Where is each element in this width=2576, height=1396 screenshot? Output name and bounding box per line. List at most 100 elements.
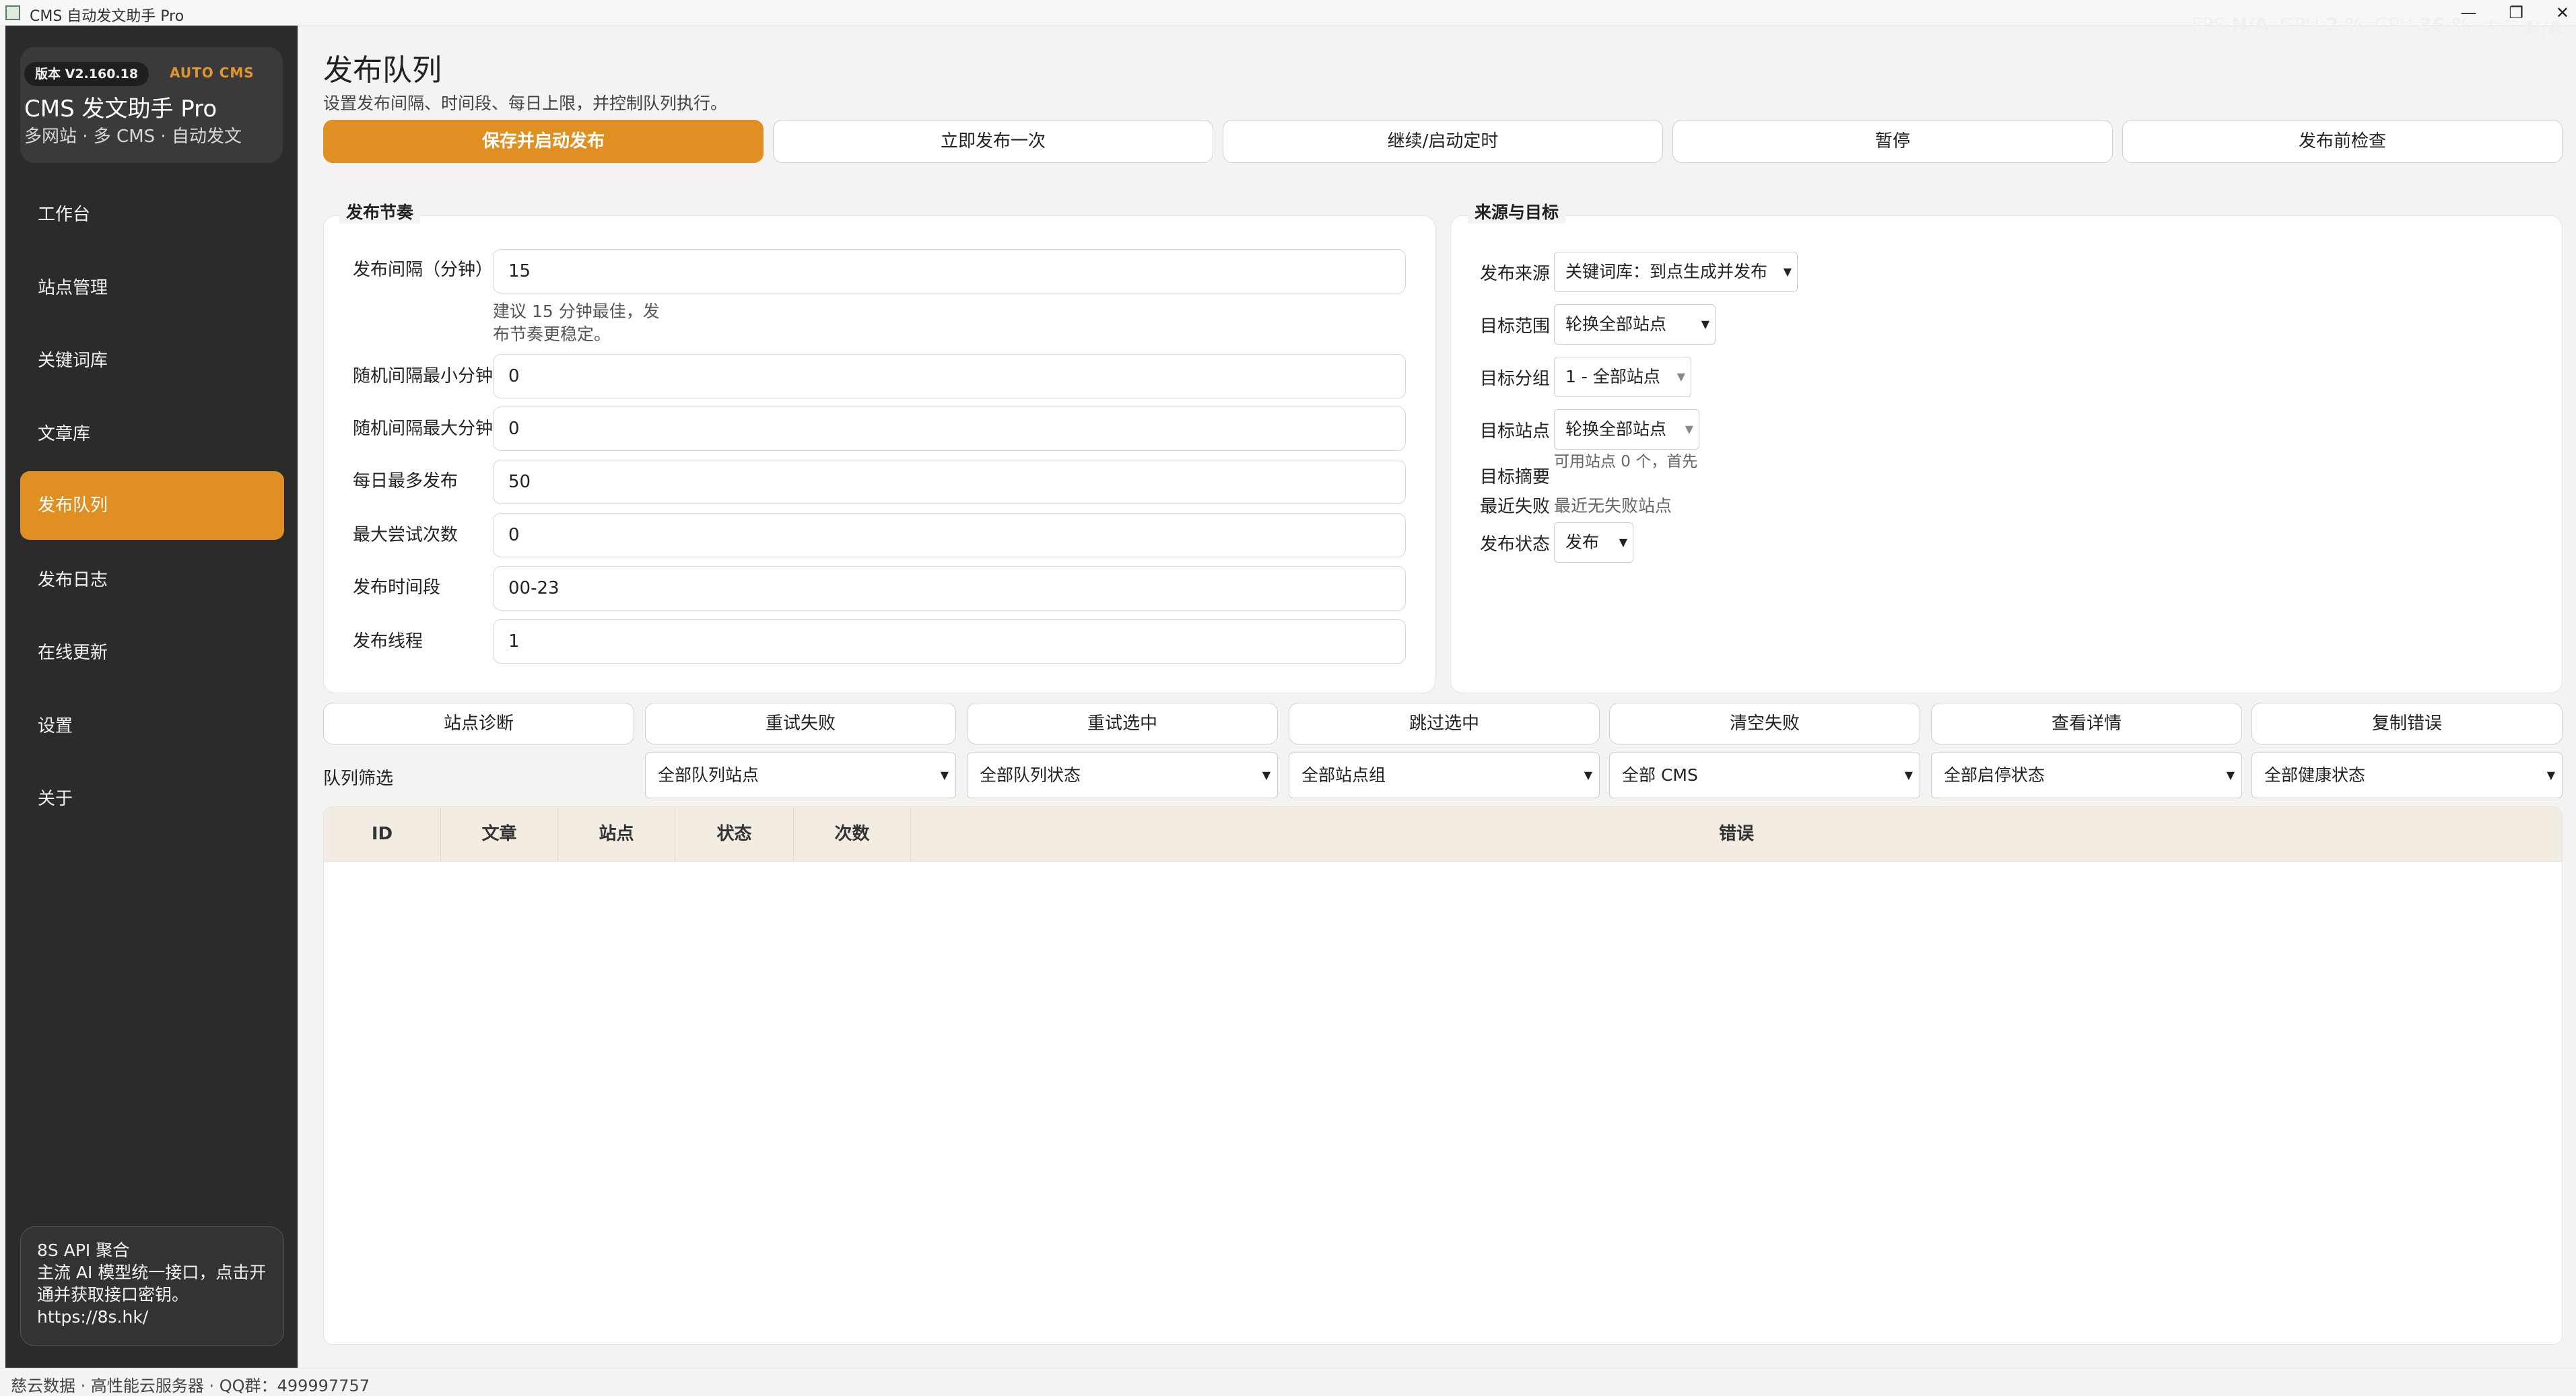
interval-hint: 建议 15 分钟最佳，发布节奏更稳定。 (493, 302, 660, 344)
retry-selected-button[interactable]: 重试选中 (967, 703, 1278, 744)
pre-publish-check-button[interactable]: 发布前检查 (2122, 120, 2563, 163)
status-label: 发布状态 (1480, 534, 1551, 555)
sidebar-item-online-update[interactable]: 在线更新 (20, 619, 284, 687)
filter-status-select[interactable]: 全部队列状态 ▼ (967, 753, 1278, 798)
queue-filter-label: 队列筛选 (323, 769, 394, 789)
cpu-readout: CPU 36 % (2375, 13, 2471, 36)
copy-error-button[interactable]: 复制错误 (2251, 703, 2563, 744)
column-header-status[interactable]: 状态 (675, 807, 794, 861)
chevron-down-icon: ▼ (2546, 769, 2555, 781)
column-header-count[interactable]: 次数 (794, 807, 911, 861)
chevron-down-icon: ▼ (1676, 370, 1685, 383)
fps-readout: FPS N/A (2191, 13, 2269, 36)
site-diagnose-button[interactable]: 站点诊断 (323, 703, 634, 744)
sidebar-item-sites[interactable]: 站点管理 (20, 254, 284, 322)
sidebar: 版本 V2.160.18 AUTO CMS CMS 发文助手 Pro 多网站 ·… (5, 26, 298, 1368)
page-title: 发布队列 (323, 53, 442, 88)
retry-label: 最大尝试次数 (353, 525, 459, 545)
promo-title: 8S API 聚合 (37, 1241, 130, 1260)
sidebar-item-about[interactable]: 关于 (20, 765, 284, 833)
rhythm-section-title: 发布节奏 (339, 199, 421, 223)
skip-selected-button[interactable]: 跳过选中 (1289, 703, 1600, 744)
sidebar-item-workbench[interactable]: 工作台 (20, 180, 284, 249)
daily-max-input[interactable]: 50 (493, 460, 1406, 504)
filter-enabled-value: 全部启停状态 (1944, 765, 2045, 785)
brand-tag: AUTO CMS (170, 65, 255, 81)
recent-fail-value: 最近无失败站点 (1554, 496, 1672, 516)
queue-table[interactable]: ID 文章 站点 状态 次数 错误 (323, 806, 2563, 1345)
source-select[interactable]: 关键词库：到点生成并发布 ▼ (1554, 252, 1798, 292)
status-select[interactable]: 发布 ▼ (1554, 522, 1633, 563)
filter-group-value: 全部站点组 (1301, 765, 1386, 785)
column-header-article[interactable]: 文章 (441, 807, 558, 861)
group-select-value: 1 - 全部站点 (1565, 367, 1660, 386)
brand-title: CMS 发文助手 Pro (24, 96, 217, 123)
version-badge: 版本 V2.160.18 (24, 62, 149, 86)
brand-subtitle: 多网站 · 多 CMS · 自动发文 (24, 127, 242, 147)
column-header-error[interactable]: 错误 (911, 807, 2562, 861)
clear-failed-button[interactable]: 清空失败 (1609, 703, 1920, 744)
filter-group-select[interactable]: 全部站点组 ▼ (1289, 753, 1600, 798)
hours-input[interactable]: 00-23 (493, 566, 1406, 610)
resume-schedule-button[interactable]: 继续/启动定时 (1223, 120, 1663, 163)
sidebar-item-publish-queue[interactable]: 发布队列 (20, 471, 284, 540)
scope-label: 目标范围 (1480, 316, 1551, 337)
interval-label: 发布间隔（分钟） (353, 260, 494, 280)
site-select-value: 轮换全部站点 (1565, 419, 1667, 439)
memory-readout: 内存 N/A (2481, 17, 2563, 39)
recent-fail-label: 最近失败 (1480, 497, 1551, 517)
status-select-value: 发布 (1565, 532, 1600, 552)
filter-cms-select[interactable]: 全部 CMS ▼ (1609, 753, 1920, 798)
filter-health-value: 全部健康状态 (2264, 765, 2366, 785)
rand-max-input[interactable]: 0 (493, 407, 1406, 451)
source-select-value: 关键词库：到点生成并发布 (1565, 262, 1768, 281)
publish-once-button[interactable]: 立即发布一次 (773, 120, 1213, 163)
rand-min-label: 随机间隔最小分钟 (353, 366, 494, 386)
chevron-down-icon: ▼ (1685, 423, 1693, 435)
performance-overlay: FPS N/A GPU 2 % CPU 36 % 内存 N/A (2192, 13, 2563, 40)
filter-status-value: 全部队列状态 (980, 765, 1081, 785)
filter-site-value: 全部队列站点 (658, 765, 759, 785)
footer-text: 慈云数据 · 高性能云服务器 · QQ群：499997757 (11, 1376, 370, 1395)
page-subtitle: 设置发布间隔、时间段、每日上限，并控制队列执行。 (323, 94, 728, 113)
chevron-down-icon: ▼ (2226, 769, 2235, 781)
chevron-down-icon: ▼ (1262, 769, 1270, 781)
sidebar-item-articles[interactable]: 文章库 (20, 400, 284, 468)
interval-input[interactable]: 15 (493, 249, 1406, 293)
status-bar: 慈云数据 · 高性能云服务器 · QQ群：499997757 (0, 1368, 2576, 1395)
sidebar-item-publish-log[interactable]: 发布日志 (20, 546, 284, 615)
promo-link[interactable]: https://8s.hk/ (37, 1306, 267, 1328)
app-icon (5, 5, 20, 20)
column-header-id[interactable]: ID (324, 807, 441, 861)
pause-button[interactable]: 暂停 (1672, 120, 2113, 163)
filter-enabled-select[interactable]: 全部启停状态 ▼ (1931, 753, 2242, 798)
rand-min-input[interactable]: 0 (493, 354, 1406, 398)
hours-label: 发布时间段 (353, 578, 441, 598)
filter-site-select[interactable]: 全部队列站点 ▼ (645, 753, 956, 798)
promo-card[interactable]: 8S API 聚合 主流 AI 模型统一接口，点击开通并获取接口密钥。 http… (20, 1226, 284, 1346)
filter-cms-value: 全部 CMS (1622, 765, 1698, 785)
summary-label: 目标摘要 (1480, 467, 1551, 487)
site-select[interactable]: 轮换全部站点 ▼ (1554, 409, 1699, 450)
filter-health-select[interactable]: 全部健康状态 ▼ (2251, 753, 2563, 798)
sidebar-item-settings[interactable]: 设置 (20, 692, 284, 761)
site-label: 目标站点 (1480, 421, 1551, 442)
threads-input[interactable]: 1 (493, 619, 1406, 664)
retry-failed-button[interactable]: 重试失败 (645, 703, 956, 744)
view-details-button[interactable]: 查看详情 (1931, 703, 2242, 744)
source-label: 发布来源 (1480, 264, 1551, 284)
scope-select[interactable]: 轮换全部站点 ▼ (1554, 304, 1716, 345)
threads-label: 发布线程 (353, 631, 423, 652)
group-select[interactable]: 1 - 全部站点 ▼ (1554, 357, 1691, 397)
retry-input[interactable]: 0 (493, 513, 1406, 557)
target-section-title: 来源与目标 (1468, 199, 1566, 223)
rand-max-label: 随机间隔最大分钟 (353, 419, 494, 439)
column-header-site[interactable]: 站点 (558, 807, 675, 861)
title-bar: CMS 自动发文助手 Pro — ❐ ✕ (0, 0, 2576, 26)
group-label: 目标分组 (1480, 369, 1551, 389)
sidebar-item-keywords[interactable]: 关键词库 (20, 326, 284, 395)
chevron-down-icon: ▼ (940, 769, 949, 781)
scope-select-value: 轮换全部站点 (1565, 314, 1667, 334)
chevron-down-icon: ▼ (1619, 536, 1627, 549)
save-and-start-button[interactable]: 保存并启动发布 (323, 120, 764, 163)
